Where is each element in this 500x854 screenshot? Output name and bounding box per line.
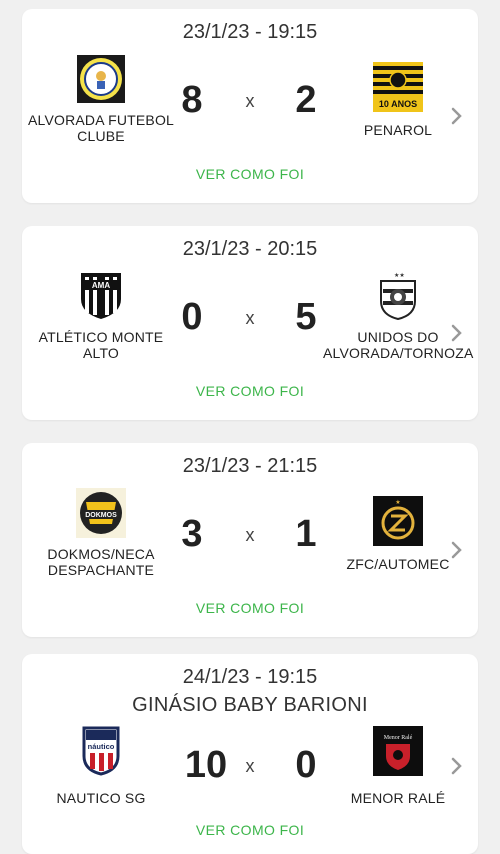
home-team-name: DOKMOS/NECA DESPACHANTE (47, 546, 155, 578)
svg-text:★★: ★★ (394, 272, 405, 279)
match-date: 24/1/23 - 19:15 (182, 666, 318, 688)
ver-como-foi-link[interactable]: VER COMO FOI (22, 166, 478, 182)
alvorada-logo (77, 55, 125, 103)
ver-como-foi-link[interactable]: VER COMO FOI (22, 383, 478, 399)
svg-text:AMA: AMA (92, 281, 110, 290)
match-date: 23/1/23 - 19:15 (182, 21, 318, 43)
zfc-logo: ★ (373, 496, 423, 546)
away-team-name: MENOR RALÉ (350, 790, 446, 806)
chevron-right-icon[interactable] (450, 323, 464, 343)
home-score: 10 (184, 744, 228, 786)
ver-como-foi-link[interactable]: VER COMO FOI (22, 822, 478, 838)
away-team: ★ ZFC/AUTOMEC (323, 496, 473, 572)
home-team: DOKMOS DOKMOS/NECA DESPACHANTE (26, 488, 176, 578)
home-score: 3 (181, 513, 203, 555)
away-team: 10 ANOS PENAROL (323, 62, 473, 138)
score-separator: x (245, 756, 255, 776)
match-card[interactable]: 23/1/23 - 21:15 DOKMOS DOKMOS/NECA DESPA… (22, 443, 478, 637)
score-separator: x (245, 308, 255, 328)
penarol-flag-logo: 10 ANOS (373, 62, 423, 112)
home-score: 0 (181, 296, 203, 338)
atletico-shield-logo: AMA (81, 273, 121, 319)
match-date: 23/1/23 - 20:15 (182, 238, 318, 260)
chevron-right-icon[interactable] (450, 540, 464, 560)
match-venue: GINÁSIO BABY BARIONI (132, 694, 368, 716)
home-team: AMA ATLÉTICO MONTE ALTO (26, 271, 176, 361)
svg-text:10 ANOS: 10 ANOS (379, 99, 417, 109)
match-date: 23/1/23 - 21:15 (182, 455, 318, 477)
home-team-name: NAUTICO SG (56, 790, 146, 806)
svg-text:náutico: náutico (88, 742, 115, 751)
home-score: 8 (181, 79, 203, 121)
match-card[interactable]: 24/1/23 - 19:15 GINÁSIO BABY BARIONI náu… (22, 654, 478, 854)
home-team: ALVORADA FUTEBOL CLUBE (26, 54, 176, 144)
nautico-shield-logo: náutico (82, 726, 120, 776)
chevron-right-icon[interactable] (450, 106, 464, 126)
match-card[interactable]: 23/1/23 - 19:15 ALVORADA FUTEBOL CLUBE 8… (22, 9, 478, 203)
dokmos-logo: DOKMOS (76, 488, 126, 538)
home-team-name: ATLÉTICO MONTE ALTO (38, 329, 164, 361)
ver-como-foi-link[interactable]: VER COMO FOI (22, 600, 478, 616)
svg-text:Menor Ralé: Menor Ralé (384, 735, 413, 741)
menor-rale-logo: Menor Ralé (373, 726, 423, 776)
home-team: náutico NAUTICO SG (26, 726, 176, 806)
score-separator: x (245, 525, 255, 545)
unidos-lion-logo: ★★ (380, 272, 416, 321)
match-card[interactable]: 23/1/23 - 20:15 AMA ATLÉTICO MONTE ALTO … (22, 226, 478, 420)
away-team: ★★ UNIDOS DO ALVORADA/TORNOZA (323, 271, 473, 361)
score-separator: x (245, 91, 255, 111)
svg-text:DOKMOS: DOKMOS (85, 512, 117, 519)
home-team-name: ALVORADA FUTEBOL CLUBE (27, 112, 175, 144)
svg-text:★: ★ (395, 499, 400, 506)
chevron-right-icon[interactable] (450, 756, 464, 776)
